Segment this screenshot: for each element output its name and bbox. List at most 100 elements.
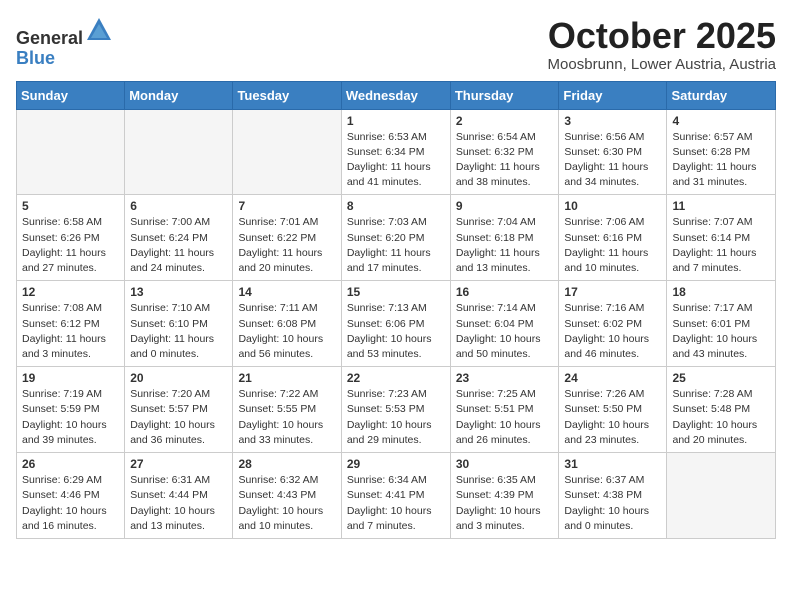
logo-general: General [16, 28, 83, 48]
day-number: 8 [347, 199, 445, 213]
calendar-cell [667, 453, 776, 539]
calendar-cell: 26 Sunrise: 6:29 AMSunset: 4:46 PMDayligh… [17, 453, 125, 539]
weekday-header-friday: Friday [559, 81, 667, 109]
day-info: Sunrise: 6:34 AMSunset: 4:41 PMDaylight:… [347, 473, 445, 534]
day-info: Sunrise: 7:07 AMSunset: 6:14 PMDaylight:… [672, 215, 770, 276]
day-number: 6 [130, 199, 227, 213]
day-number: 11 [672, 199, 770, 213]
weekday-header-row: SundayMondayTuesdayWednesdayThursdayFrid… [17, 81, 776, 109]
calendar-cell: 20 Sunrise: 7:20 AMSunset: 5:57 PMDayligh… [125, 367, 233, 453]
calendar-cell: 28Sunrise: 6:32 AMSunset: 4:43 PMDayligh… [233, 453, 341, 539]
day-number: 17 [564, 285, 661, 299]
calendar-cell: 6Sunrise: 7:00 AMSunset: 6:24 PMDaylight… [125, 195, 233, 281]
day-info: Sunrise: 6:29 AMSunset: 4:46 PMDaylight:… [22, 473, 119, 534]
day-info: Sunrise: 7:06 AMSunset: 6:16 PMDaylight:… [564, 215, 661, 276]
weekday-header-tuesday: Tuesday [233, 81, 341, 109]
day-info: Sunrise: 6:37 AMSunset: 4:38 PMDaylight:… [564, 473, 661, 534]
logo: General Blue [16, 16, 113, 69]
calendar-cell: 24 Sunrise: 7:26 AMSunset: 5:50 PMDayligh… [559, 367, 667, 453]
weekday-header-sunday: Sunday [17, 81, 125, 109]
day-info: Sunrise: 7:26 AMSunset: 5:50 PMDaylight:… [564, 387, 661, 448]
day-number: 27 [130, 457, 227, 471]
day-info: Sunrise: 7:11 AMSunset: 6:08 PMDaylight:… [238, 301, 335, 362]
week-row-5: 26 Sunrise: 6:29 AMSunset: 4:46 PMDayligh… [17, 453, 776, 539]
day-info: Sunrise: 7:25 AMSunset: 5:51 PMDaylight:… [456, 387, 554, 448]
day-number: 24 [564, 371, 661, 385]
calendar-cell: 8 Sunrise: 7:03 AMSunset: 6:20 PMDaylight… [341, 195, 450, 281]
calendar-cell: 7 Sunrise: 7:01 AMSunset: 6:22 PMDaylight… [233, 195, 341, 281]
day-number: 19 [22, 371, 119, 385]
day-info: Sunrise: 6:31 AMSunset: 4:44 PMDaylight:… [130, 473, 227, 534]
week-row-1: 1 Sunrise: 6:53 AMSunset: 6:34 PMDaylight… [17, 109, 776, 195]
calendar-cell: 19 Sunrise: 7:19 AMSunset: 5:59 PMDayligh… [17, 367, 125, 453]
calendar-cell: 9Sunrise: 7:04 AMSunset: 6:18 PMDaylight… [450, 195, 559, 281]
week-row-4: 19 Sunrise: 7:19 AMSunset: 5:59 PMDayligh… [17, 367, 776, 453]
calendar-cell: 16 Sunrise: 7:14 AMSunset: 6:04 PMDayligh… [450, 281, 559, 367]
calendar-cell: 4 Sunrise: 6:57 AMSunset: 6:28 PMDaylight… [667, 109, 776, 195]
calendar-cell: 29Sunrise: 6:34 AMSunset: 4:41 PMDayligh… [341, 453, 450, 539]
calendar-cell [17, 109, 125, 195]
day-number: 28 [238, 457, 335, 471]
day-number: 25 [672, 371, 770, 385]
day-info: Sunrise: 6:54 AMSunset: 6:32 PMDaylight:… [456, 130, 554, 191]
calendar-cell: 23 Sunrise: 7:25 AMSunset: 5:51 PMDayligh… [450, 367, 559, 453]
weekday-header-wednesday: Wednesday [341, 81, 450, 109]
weekday-header-thursday: Thursday [450, 81, 559, 109]
day-number: 22 [347, 371, 445, 385]
week-row-3: 12Sunrise: 7:08 AMSunset: 6:12 PMDayligh… [17, 281, 776, 367]
day-number: 3 [564, 114, 661, 128]
calendar-cell: 3 Sunrise: 6:56 AMSunset: 6:30 PMDaylight… [559, 109, 667, 195]
location-title: Moosbrunn, Lower Austria, Austria [548, 56, 776, 73]
calendar-cell: 11 Sunrise: 7:07 AMSunset: 6:14 PMDayligh… [667, 195, 776, 281]
day-number: 30 [456, 457, 554, 471]
day-number: 20 [130, 371, 227, 385]
day-info: Sunrise: 6:35 AMSunset: 4:39 PMDaylight:… [456, 473, 554, 534]
day-info: Sunrise: 7:16 AMSunset: 6:02 PMDaylight:… [564, 301, 661, 362]
calendar-cell: 30 Sunrise: 6:35 AMSunset: 4:39 PMDayligh… [450, 453, 559, 539]
calendar-cell: 13 Sunrise: 7:10 AMSunset: 6:10 PMDayligh… [125, 281, 233, 367]
day-info: Sunrise: 7:14 AMSunset: 6:04 PMDaylight:… [456, 301, 554, 362]
week-row-2: 5Sunrise: 6:58 AMSunset: 6:26 PMDaylight… [17, 195, 776, 281]
weekday-header-saturday: Saturday [667, 81, 776, 109]
day-number: 7 [238, 199, 335, 213]
day-number: 16 [456, 285, 554, 299]
calendar-cell: 22Sunrise: 7:23 AMSunset: 5:53 PMDayligh… [341, 367, 450, 453]
calendar-table: SundayMondayTuesdayWednesdayThursdayFrid… [16, 81, 776, 539]
calendar-cell [233, 109, 341, 195]
day-number: 31 [564, 457, 661, 471]
day-number: 12 [22, 285, 119, 299]
day-number: 15 [347, 285, 445, 299]
day-info: Sunrise: 7:13 AMSunset: 6:06 PMDaylight:… [347, 301, 445, 362]
day-info: Sunrise: 7:10 AMSunset: 6:10 PMDaylight:… [130, 301, 227, 362]
day-info: Sunrise: 6:53 AMSunset: 6:34 PMDaylight:… [347, 130, 445, 191]
calendar-cell: 17 Sunrise: 7:16 AMSunset: 6:02 PMDayligh… [559, 281, 667, 367]
month-title: October 2025 [548, 16, 776, 56]
day-number: 13 [130, 285, 227, 299]
day-number: 14 [238, 285, 335, 299]
day-info: Sunrise: 7:19 AMSunset: 5:59 PMDaylight:… [22, 387, 119, 448]
day-info: Sunrise: 6:56 AMSunset: 6:30 PMDaylight:… [564, 130, 661, 191]
calendar-cell: 1 Sunrise: 6:53 AMSunset: 6:34 PMDaylight… [341, 109, 450, 195]
day-info: Sunrise: 7:17 AMSunset: 6:01 PMDaylight:… [672, 301, 770, 362]
logo-icon [85, 16, 113, 44]
day-info: Sunrise: 7:01 AMSunset: 6:22 PMDaylight:… [238, 215, 335, 276]
day-number: 23 [456, 371, 554, 385]
calendar-cell: 2Sunrise: 6:54 AMSunset: 6:32 PMDaylight… [450, 109, 559, 195]
day-info: Sunrise: 7:03 AMSunset: 6:20 PMDaylight:… [347, 215, 445, 276]
calendar-cell: 10Sunrise: 7:06 AMSunset: 6:16 PMDayligh… [559, 195, 667, 281]
logo-blue: Blue [16, 48, 55, 68]
weekday-header-monday: Monday [125, 81, 233, 109]
day-info: Sunrise: 7:22 AMSunset: 5:55 PMDaylight:… [238, 387, 335, 448]
calendar-cell: 15 Sunrise: 7:13 AMSunset: 6:06 PMDayligh… [341, 281, 450, 367]
day-info: Sunrise: 6:57 AMSunset: 6:28 PMDaylight:… [672, 130, 770, 191]
calendar-cell: 31 Sunrise: 6:37 AMSunset: 4:38 PMDayligh… [559, 453, 667, 539]
calendar-cell [125, 109, 233, 195]
day-number: 1 [347, 114, 445, 128]
calendar-cell: 14 Sunrise: 7:11 AMSunset: 6:08 PMDayligh… [233, 281, 341, 367]
day-number: 26 [22, 457, 119, 471]
day-number: 9 [456, 199, 554, 213]
day-number: 4 [672, 114, 770, 128]
day-info: Sunrise: 7:20 AMSunset: 5:57 PMDaylight:… [130, 387, 227, 448]
day-info: Sunrise: 6:58 AMSunset: 6:26 PMDaylight:… [22, 215, 119, 276]
day-number: 21 [238, 371, 335, 385]
